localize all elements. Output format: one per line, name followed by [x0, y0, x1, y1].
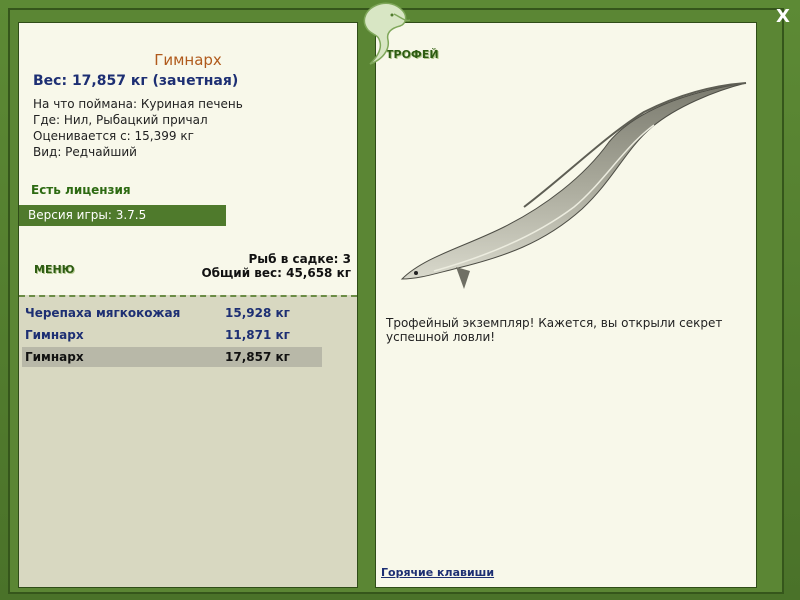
fish-title: Гимнарх: [154, 51, 222, 69]
catch-weight: 17,857 кг: [225, 350, 290, 364]
catch-name: Гимнарх: [25, 350, 84, 364]
license-status: Есть лицензия: [31, 183, 131, 197]
catch-weight: 15,928 кг: [225, 306, 290, 320]
list-item[interactable]: Гимнарх 17,857 кг: [22, 347, 322, 367]
trophy-panel: ТРОФЕЙ Трофейный экземпляр! Кажется, вы …: [375, 22, 757, 588]
fish-weight: Вес: 17,857 кг (зачетная): [33, 73, 239, 89]
list-item[interactable]: Черепаха мягкокожая 15,928 кг: [22, 303, 322, 323]
game-window-frame: Гимнарх Вес: 17,857 кг (зачетная) На что…: [0, 0, 800, 600]
catch-name: Черепаха мягкокожая: [25, 306, 181, 320]
close-button[interactable]: X: [773, 7, 793, 27]
catch-info-panel: Гимнарх Вес: 17,857 кг (зачетная) На что…: [18, 22, 358, 588]
menu-button[interactable]: МЕНЮ: [34, 263, 75, 276]
bait-text: На что поймана: Куриная печень: [33, 97, 243, 111]
game-logo-icon: [363, 2, 411, 65]
version-bar: Версия игры: 3.7.5: [19, 205, 226, 226]
catch-list: Черепаха мягкокожая 15,928 кг Гимнарх 11…: [19, 295, 357, 587]
fish-count: Рыб в садке: 3: [248, 252, 352, 266]
hotkeys-link[interactable]: Горячие клавиши: [381, 566, 494, 579]
kind-text: Вид: Редчайший: [33, 145, 137, 159]
fish-image: [400, 82, 747, 289]
list-item[interactable]: Гимнарх 11,871 кг: [22, 325, 322, 345]
total-weight: Общий вес: 45,658 кг: [201, 266, 351, 280]
trophy-description: Трофейный экземпляр! Кажется, вы открыли…: [386, 316, 723, 344]
catch-name: Гимнарх: [25, 328, 84, 342]
location-text: Где: Нил, Рыбацкий причал: [33, 113, 208, 127]
keepnet-stats: Рыб в садке: 3 Общий вес: 45,658 кг: [201, 252, 351, 280]
catch-weight: 11,871 кг: [225, 328, 290, 342]
valued-text: Оценивается с: 15,399 кг: [33, 129, 194, 143]
fish-details: На что поймана: Куриная печень Где: Нил,…: [33, 96, 243, 160]
